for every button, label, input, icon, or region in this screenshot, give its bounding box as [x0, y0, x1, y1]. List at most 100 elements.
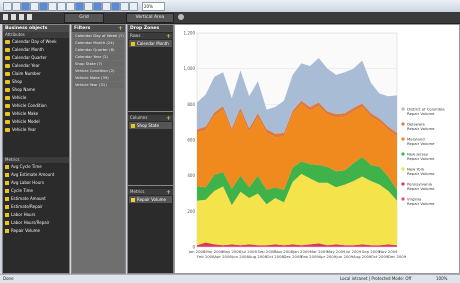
- home-icon[interactable]: [30, 2, 39, 11]
- options-icon[interactable]: [129, 2, 138, 11]
- filter-item[interactable]: Vehicle Make (39): [73, 75, 124, 81]
- y-tick-label: 1,200: [184, 31, 196, 36]
- add-column-icon[interactable]: +: [166, 115, 171, 122]
- metric-item-label: Labor Hours/Repair: [11, 220, 50, 225]
- filter-item[interactable]: Vehicle Condition (2): [73, 68, 124, 74]
- attribute-item-label: Vehicle Make: [12, 111, 39, 116]
- rows-item[interactable]: Calendar Month: [129, 40, 172, 47]
- metric-item[interactable]: Avg Cycle Time: [3, 163, 69, 171]
- filter-icon[interactable]: [102, 2, 111, 11]
- attribute-item[interactable]: Calendar Quarter: [3, 54, 69, 62]
- metric-item[interactable]: Estimate Amount: [3, 195, 69, 203]
- metric-icon: [5, 205, 9, 209]
- chart-icon[interactable]: [75, 2, 84, 11]
- sum-icon[interactable]: [19, 14, 24, 20]
- metric-item[interactable]: Estimate/Repair: [3, 203, 69, 211]
- filter-item-label: Vehicle Make (39): [75, 75, 109, 80]
- metric-icon: [5, 221, 9, 225]
- columns-zone[interactable]: Columns + Shop State: [128, 115, 173, 186]
- attribute-icon: [5, 120, 10, 124]
- refresh-icon[interactable]: [21, 2, 30, 11]
- zoom-select[interactable]: 20%: [142, 2, 165, 11]
- attribute-icon: [5, 64, 10, 68]
- filter-item[interactable]: Vehicle Year (31): [73, 82, 124, 88]
- align-icon[interactable]: [27, 14, 32, 20]
- metric-icon: [5, 173, 9, 177]
- pivot-icon[interactable]: [111, 2, 120, 11]
- y-tick-label: 200: [187, 209, 195, 214]
- metric-item[interactable]: Cycle Time: [3, 187, 69, 195]
- metrics-zone[interactable]: Metrics + Repair Volume: [128, 189, 173, 273]
- undo-icon[interactable]: [57, 2, 66, 11]
- attributes-list: Calendar Day of Week Calendar Month Calend…: [3, 38, 69, 134]
- attribute-item[interactable]: Vehicle Model: [3, 118, 69, 126]
- save-icon[interactable]: [39, 2, 48, 11]
- add-metric-icon[interactable]: +: [166, 189, 171, 196]
- add-row-icon[interactable]: +: [166, 33, 171, 40]
- filter-item[interactable]: Calendar Quarter (8): [73, 47, 124, 53]
- metrics-list: Avg Cycle Time Avg Estimate Amount Avg Lab…: [3, 163, 69, 235]
- redo-icon[interactable]: [66, 2, 75, 11]
- filter-item-label: Vehicle Condition (2): [75, 68, 115, 73]
- legend-marker: [401, 137, 405, 141]
- legend-marker: [401, 152, 405, 156]
- attribute-item[interactable]: Shop Name: [3, 86, 69, 94]
- metrics-item[interactable]: Repair Volume: [129, 196, 172, 203]
- attribute-item-label: Calendar Day of Week: [12, 39, 57, 44]
- legend-marker: [401, 182, 405, 186]
- filter-item[interactable]: Shop State (7): [73, 61, 124, 67]
- add-filter-icon[interactable]: +: [118, 25, 123, 32]
- metric-item[interactable]: Repair Volume: [3, 227, 69, 235]
- metric-item-label: Avg Labor Hours: [11, 180, 44, 185]
- filter-item[interactable]: Calendar Day of Week (7): [73, 33, 124, 39]
- attribute-item[interactable]: Claim Number: [3, 70, 69, 78]
- attribute-item[interactable]: Vehicle: [3, 94, 69, 102]
- attribute-item[interactable]: Shop: [3, 78, 69, 86]
- tab-vertical-area[interactable]: Vertical Area: [126, 13, 174, 23]
- legend-marker: [401, 122, 405, 126]
- settings-icon[interactable]: [178, 14, 184, 20]
- area-series-va[interactable]: [197, 246, 397, 247]
- open-icon[interactable]: [3, 14, 8, 20]
- metric-item[interactable]: Labor Hours: [3, 211, 69, 219]
- attribute-item-label: Shop: [12, 79, 23, 84]
- legend-label: Repair Volume: [407, 156, 435, 161]
- metric-icon: [5, 165, 9, 169]
- cut-icon[interactable]: [11, 14, 16, 20]
- columns-item[interactable]: Shop State: [129, 122, 172, 129]
- export-icon[interactable]: [93, 2, 102, 11]
- legend-label: Repair Volume: [407, 186, 435, 191]
- stacked-area-chart[interactable]: 02004006008001,0001,200Jan 2008Feb 2008M…: [175, 25, 459, 273]
- attribute-item[interactable]: Vehicle Condition: [3, 102, 69, 110]
- metric-item[interactable]: Avg Estimate Amount: [3, 171, 69, 179]
- back-icon[interactable]: [3, 2, 12, 11]
- filter-item-label: Shop State (7): [75, 61, 103, 66]
- rows-zone[interactable]: Rows + Calendar Month: [128, 33, 173, 112]
- attribute-item[interactable]: Vehicle Year: [3, 126, 69, 134]
- attribute-item[interactable]: Vehicle Make: [3, 110, 69, 118]
- attribute-icon: [131, 42, 135, 46]
- filter-item[interactable]: Calendar Year (2): [73, 54, 124, 60]
- attribute-item[interactable]: Calendar Year: [3, 62, 69, 70]
- tab-grid[interactable]: Grid: [64, 13, 104, 23]
- attribute-item-label: Claim Number: [12, 71, 41, 76]
- metric-item[interactable]: Labor Hours/Repair: [3, 219, 69, 227]
- x-tick-label: Dec 2008: [284, 254, 303, 259]
- metric-icon: [5, 197, 9, 201]
- x-tick-label: Dec 2009: [388, 254, 407, 259]
- forward-icon[interactable]: [12, 2, 21, 11]
- legend-label: Repair Volume: [407, 141, 435, 146]
- print-icon[interactable]: [48, 2, 57, 11]
- metric-icon: [5, 229, 9, 233]
- metric-item[interactable]: Avg Labor Hours: [3, 179, 69, 187]
- attribute-item[interactable]: Calendar Month: [3, 46, 69, 54]
- attribute-item[interactable]: Calendar Day of Week: [3, 38, 69, 46]
- chart-area[interactable]: 0 200 400 600 800 1,000 1,200 Jan 2008 Feb 2008 M…: [174, 24, 460, 274]
- metric-icon: [5, 189, 9, 193]
- metric-item-label: Estimate Amount: [11, 196, 46, 201]
- grid-icon[interactable]: [84, 2, 93, 11]
- attribute-icon: [5, 104, 10, 108]
- sort-icon[interactable]: [120, 2, 129, 11]
- filter-item[interactable]: Calendar Month (24): [73, 40, 124, 46]
- filter-list: Calendar Day of Week (7) Calendar Month (…: [72, 33, 125, 88]
